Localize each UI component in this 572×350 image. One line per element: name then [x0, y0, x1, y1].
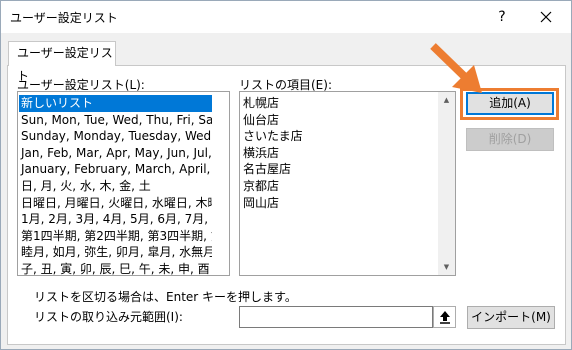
custom-list-item[interactable]: Sunday, Monday, Tuesday, Wedn: [19, 128, 212, 145]
custom-lists-items: 新しいリスト Sun, Mon, Tue, Wed, Thu, Fri, Sa Su…: [19, 95, 212, 275]
custom-list-item[interactable]: Sun, Mon, Tue, Wed, Thu, Fri, Sa: [19, 112, 212, 129]
close-icon: [540, 11, 552, 23]
list-entries-items: 札幌店仙台店さいたま店 横浜店名古屋店 京都店岡山店: [241, 95, 438, 211]
list-entry-line: 名古屋店: [243, 162, 292, 177]
custom-list-item[interactable]: 新しいリスト: [19, 95, 212, 112]
close-button[interactable]: [531, 5, 561, 29]
help-button[interactable]: ?: [488, 5, 516, 29]
list-entry-line: さいたま店: [243, 129, 303, 144]
custom-list-item[interactable]: 子, 丑, 寅, 卯, 辰, 巳, 午, 未, 申, 酉: [19, 261, 212, 275]
custom-list-item[interactable]: 睦月, 如月, 弥生, 卯月, 皐月, 水無月: [19, 244, 212, 261]
list-entry-line: 横浜店: [243, 145, 280, 160]
list-entries-scrollbar[interactable]: ▲ ▼: [438, 92, 455, 275]
custom-lists-dialog: ユーザー設定リスト ? ユーザー設定リスト ユーザー設定リスト(L): 新しいリ…: [0, 0, 572, 350]
custom-list-item[interactable]: 第1四半期, 第2四半期, 第3四半期, 第: [19, 228, 212, 245]
list-entries-textbox[interactable]: 札幌店仙台店さいたま店 横浜店名古屋店 京都店岡山店 ▲ ▼: [239, 91, 456, 276]
list-entry-line: 京都店: [243, 178, 280, 193]
list-entry-line: 仙台店: [243, 112, 280, 127]
hint-text: リストを区切る場合は、Enter キーを押します。: [34, 290, 297, 304]
custom-lists-listbox[interactable]: 新しいリスト Sun, Mon, Tue, Wed, Thu, Fri, Sa Su…: [17, 91, 230, 276]
import-range-input[interactable]: [239, 306, 433, 328]
dialog-title: ユーザー設定リスト: [10, 11, 118, 25]
import-range-label: リストの取り込み元範囲(I):: [34, 310, 183, 324]
custom-list-item[interactable]: 日曜日, 月曜日, 火曜日, 水曜日, 木曜: [19, 195, 212, 212]
list-entry-line: 岡山店: [243, 195, 280, 210]
arrow-pointer-icon: [430, 43, 482, 93]
list-entry-line: 札幌店: [243, 96, 280, 110]
import-button[interactable]: インポート(M): [467, 306, 555, 329]
range-select-button[interactable]: [433, 306, 456, 328]
scroll-down-arrow-icon[interactable]: ▼: [438, 259, 455, 275]
custom-list-item[interactable]: 日, 月, 火, 水, 木, 金, 土: [19, 178, 212, 195]
custom-list-item[interactable]: January, February, March, April, M: [19, 161, 212, 178]
tab-custom-lists[interactable]: ユーザー設定リスト: [8, 41, 116, 83]
custom-list-item[interactable]: Jan, Feb, Mar, Apr, May, Jun, Jul,: [19, 145, 212, 162]
delete-button[interactable]: 削除(D): [466, 128, 554, 151]
custom-list-item[interactable]: 1月, 2月, 3月, 4月, 5月, 6月, 7月, 8: [19, 211, 212, 228]
title-bar: ユーザー設定リスト ?: [1, 1, 571, 33]
collapse-dialog-icon: [439, 311, 450, 324]
